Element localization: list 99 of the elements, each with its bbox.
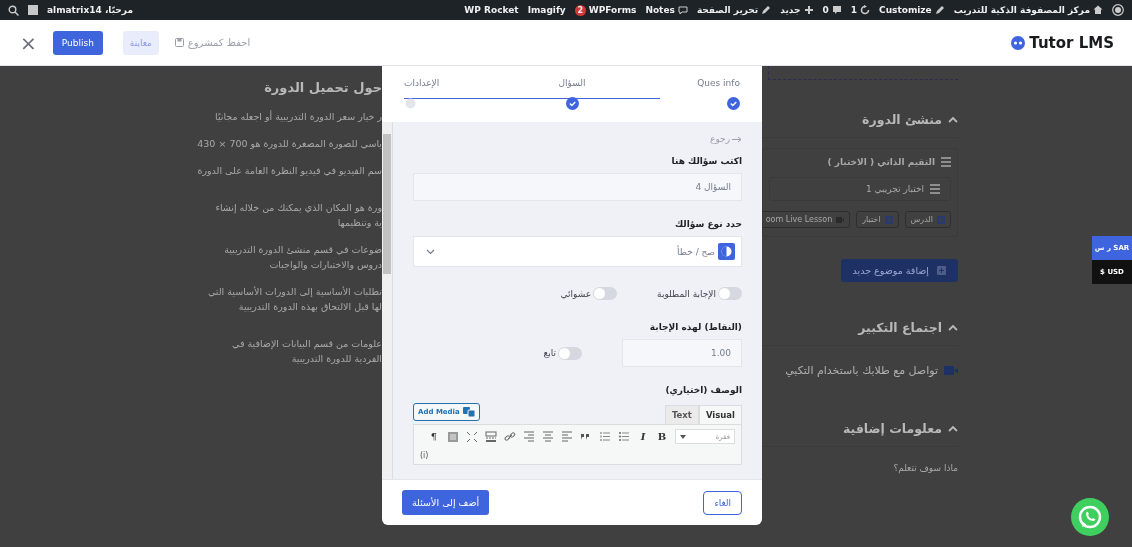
- toggle-switch[interactable]: [593, 287, 618, 300]
- media-icon: [462, 407, 475, 417]
- count-badge: 2: [574, 4, 586, 16]
- speech-bubble-icon: [677, 5, 688, 15]
- scrollbar[interactable]: [382, 122, 393, 479]
- comment-icon: [831, 5, 842, 15]
- chat-icon[interactable]: [1071, 498, 1109, 536]
- add-topic-button[interactable]: إضافة موضوع جديد: [840, 259, 958, 282]
- publish-button[interactable]: Publish: [52, 30, 103, 55]
- menu-label: 0: [822, 5, 829, 15]
- question-field[interactable]: السؤال 4: [413, 173, 742, 201]
- numbered-list-icon[interactable]: [599, 430, 611, 443]
- bullet-list-icon[interactable]: [618, 430, 630, 443]
- refresh-icon: [860, 5, 871, 15]
- toggle-switch[interactable]: [558, 346, 582, 360]
- quiz-item[interactable]: اختبار تجريبي 1: [769, 177, 951, 201]
- chevron-down-icon: [426, 248, 435, 255]
- menu-item[interactable]: WP Rocket: [464, 5, 519, 15]
- drag-handle-icon[interactable]: [941, 157, 951, 167]
- topic-title: التقيم الذاتي ( الاختبار ): [827, 157, 935, 167]
- toolbar-button[interactable]: (i): [420, 451, 735, 460]
- save-icon: [174, 38, 184, 47]
- toggle-switch[interactable]: [718, 287, 742, 300]
- fullscreen-icon[interactable]: [466, 430, 478, 443]
- step-label: الإعدادات: [404, 78, 440, 88]
- arrow-icon: [732, 135, 742, 143]
- add-content-button[interactable]: اختبار: [856, 211, 899, 228]
- menu-item[interactable]: 0: [822, 5, 842, 15]
- align-icon[interactable]: [542, 430, 554, 443]
- close-button[interactable]: ×: [20, 32, 43, 53]
- menu-item[interactable]: جديد: [780, 5, 814, 15]
- house-icon: [1093, 5, 1103, 15]
- toolbar-toggle-icon[interactable]: [447, 430, 459, 443]
- section-heading: منشئ الدورة: [862, 112, 942, 127]
- menu-item[interactable]: 2 WPForms: [574, 4, 637, 16]
- menu-label: Customize: [879, 5, 932, 15]
- read-more-icon[interactable]: [485, 430, 497, 443]
- field-label: ماذا سوف تتعلم؟: [892, 463, 958, 473]
- menu-label: 1: [850, 5, 858, 15]
- tip-text: ياسي للصورة المصغرة للدورة هو 700 × 430: [196, 137, 382, 151]
- format-button[interactable]: I: [637, 431, 649, 442]
- menu-label: Notes: [645, 5, 675, 15]
- field-label: الوصف (اختياري): [664, 385, 742, 395]
- tutor-logo[interactable]: Tutor LMS: [1011, 33, 1114, 52]
- drag-handle-icon[interactable]: [930, 184, 940, 194]
- menu-item[interactable]: تحرير الصفحة: [696, 5, 772, 15]
- editor-tab[interactable]: Visual: [698, 405, 742, 424]
- cancel-button[interactable]: الغاء: [703, 490, 742, 515]
- plus-icon: [803, 5, 814, 15]
- field-label: اكتب سؤالك هنا: [670, 156, 742, 166]
- chevron-up-icon[interactable]: [948, 115, 958, 124]
- caret-icon: [680, 434, 686, 439]
- step-label: Ques info: [697, 78, 740, 88]
- question-type-select[interactable]: صح / خطأ: [413, 236, 742, 267]
- field-label: (النقاط) لهذه الإجابة: [648, 322, 742, 332]
- menu-item[interactable]: 1: [850, 5, 871, 15]
- chevron-up-icon[interactable]: [948, 424, 958, 433]
- add-question-button[interactable]: أضف إلى الأسئلة: [402, 490, 490, 515]
- menu-label: تحرير الصفحة: [696, 5, 759, 15]
- pencil-icon: [934, 5, 945, 15]
- logo-icon: [1011, 35, 1026, 50]
- menu-item[interactable]: Customize: [879, 5, 945, 15]
- toggle-label: الإجابة المطلوبة: [657, 288, 716, 299]
- zoom-description: تواصل مع طلابك باستخدام التكبي: [785, 364, 938, 377]
- add-content-button[interactable]: الدرس: [904, 211, 951, 228]
- section-heading: اجتماع التكبير: [858, 320, 942, 335]
- pencil-icon: [761, 5, 772, 15]
- section-heading: معلومات إضافية: [843, 421, 942, 436]
- align-icon[interactable]: [561, 430, 573, 443]
- section-heading: حول تحميل الدورة: [263, 80, 382, 95]
- toggle-label: عشوائي: [560, 288, 592, 299]
- link-icon[interactable]: [504, 430, 516, 443]
- points-field[interactable]: 1.00: [622, 339, 742, 367]
- editor-tab[interactable]: Text: [664, 405, 699, 424]
- logo-icon[interactable]: [1112, 4, 1124, 16]
- user-greeting[interactable]: مرحبًا، almatrix14: [47, 5, 134, 15]
- format-button[interactable]: B: [656, 431, 668, 442]
- search-icon[interactable]: [8, 4, 19, 16]
- video-icon: [944, 366, 958, 375]
- tip-text: ضوعات في قسم منشئ الدورة التدريبية دروس والاختبارات والواجبات: [223, 243, 382, 272]
- format-button[interactable]: ¶: [428, 431, 440, 442]
- contrast-icon: [718, 243, 735, 260]
- menu-item[interactable]: Notes: [645, 5, 688, 15]
- menu-label: جديد: [780, 5, 801, 15]
- menu-item[interactable]: Imagify: [527, 5, 566, 15]
- toggle-label: تابع: [543, 348, 556, 358]
- plus-icon: [937, 215, 945, 224]
- align-icon[interactable]: [523, 430, 535, 443]
- tip-text: سم الفيديو في فيديو النظرة العامة على الدورة: [196, 164, 382, 178]
- plus-icon: [884, 215, 893, 224]
- field-label: حدد نوع سؤالك: [673, 219, 742, 229]
- tip-text: ر خيار سعر الدورة التدريبية أو اجعله مجانيًا: [214, 109, 382, 124]
- chevron-up-icon[interactable]: [948, 323, 958, 332]
- tip-text: ورة هو المكان الذي يمكنك من خلاله إنشاء ية وتنظيمها: [214, 201, 382, 230]
- tip-text: تطلبات الأساسية إلى الدورات الأساسية التي لها قبل الالتحاق بهذه الدورة التدريبية: [206, 285, 382, 314]
- plus-icon: [937, 266, 946, 275]
- menu-label: WPForms: [588, 5, 637, 15]
- tip-text: علومات من قسم البيانات الإضافية في الفردية للدورة التدريبية: [230, 337, 382, 366]
- step-label: السؤال: [558, 78, 586, 88]
